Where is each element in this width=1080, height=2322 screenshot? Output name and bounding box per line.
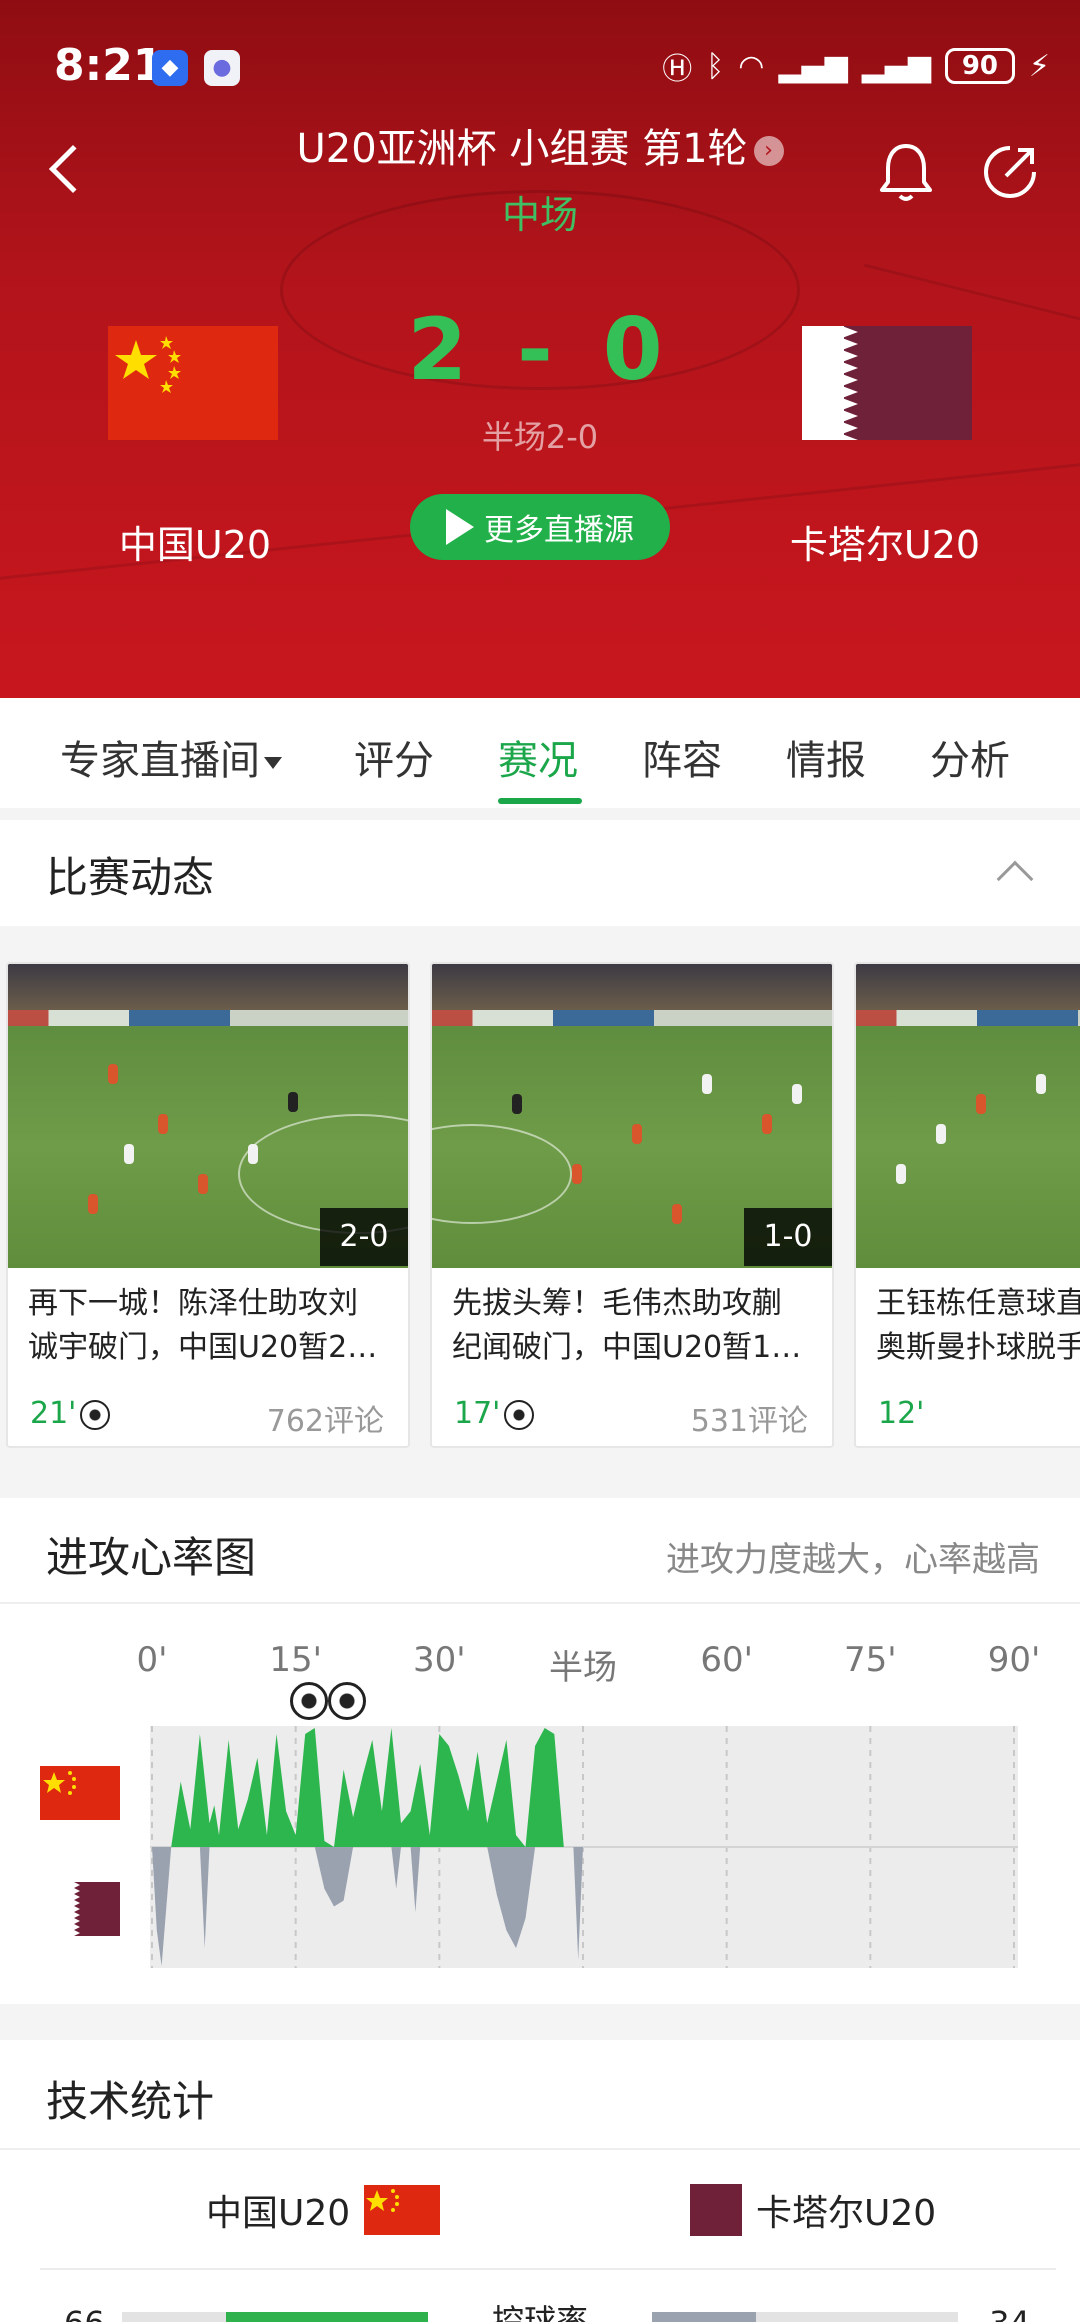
highlight-card[interactable]: 2-0 再下一城！陈泽仕助攻刘 诚宇破门，中国U20暂2… 21' 762评论 bbox=[6, 962, 410, 1448]
stats-away-team: 卡塔尔U20 bbox=[690, 2184, 936, 2236]
china-flag-icon bbox=[364, 2185, 441, 2235]
card-description: 再下一城！陈泽仕助攻刘 诚宇破门，中国U20暂2… bbox=[28, 1286, 378, 1365]
more-streams-label: 更多直播源 bbox=[484, 513, 634, 548]
x-tick-label: 半场 bbox=[549, 1648, 617, 1688]
tab-intel[interactable]: 情报 bbox=[786, 728, 866, 786]
comment-count[interactable]: 531评论 bbox=[691, 1396, 808, 1440]
heart-rate-header: 进攻心率图 进攻力度越大，心率越高 bbox=[0, 1498, 1080, 1604]
stat-away-bar bbox=[652, 2312, 958, 2322]
comment-count[interactable]: 762评论 bbox=[267, 1396, 384, 1440]
china-flag-icon bbox=[40, 1766, 120, 1820]
x-tick-label: 15' bbox=[269, 1640, 322, 1680]
tab-analysis[interactable]: 分析 bbox=[930, 728, 1010, 786]
score-tag: 2-0 bbox=[320, 1208, 408, 1266]
goal-marker-icon bbox=[290, 1682, 328, 1720]
chart-plot-area bbox=[150, 1726, 1018, 1968]
divider bbox=[40, 2268, 1056, 2270]
soccer-ball-icon bbox=[504, 1399, 535, 1430]
attack-heart-rate-chart: 0' 15' 30' 半场 60' 75' 90' bbox=[0, 1604, 1080, 2004]
tab-expert-live[interactable]: 专家直播间 bbox=[60, 728, 282, 786]
stat-away-bar-fill bbox=[652, 2312, 757, 2322]
4g-signal-icon: ▂▄▆ bbox=[861, 48, 931, 84]
stats-home-team-name: 中国U20 bbox=[206, 2193, 351, 2234]
section-title: 比赛动态 bbox=[46, 853, 215, 902]
share-icon[interactable] bbox=[980, 142, 1040, 202]
wifi-icon: ◠ bbox=[738, 48, 765, 84]
away-attack-area bbox=[152, 1847, 583, 1966]
goal-markers bbox=[290, 1682, 366, 1720]
tab-bar: 专家直播间 评分 赛况 阵容 情报 分析 bbox=[0, 698, 1080, 808]
event-minute: 12' bbox=[878, 1396, 925, 1431]
hd-icon: Ⓗ bbox=[662, 52, 693, 87]
x-tick-label: 90' bbox=[987, 1640, 1041, 1680]
more-streams-button[interactable]: 更多直播源 bbox=[410, 494, 670, 560]
app-blue-icon: ◆ bbox=[152, 50, 188, 86]
match-score: 2 - 0 bbox=[407, 300, 673, 400]
bluetooth-icon: ᛒ bbox=[706, 48, 725, 84]
dropdown-caret-icon bbox=[264, 757, 282, 769]
x-tick-label: 60' bbox=[700, 1640, 753, 1680]
competition-title-text: U20亚洲杯 小组赛 第1轮 bbox=[296, 126, 748, 172]
match-header: 8:21 ◆ ● Ⓗ ᛒ ◠ ▂▄▆ ▂▄▆ 90 ⚡ U20亚洲杯 小组赛 第… bbox=[0, 0, 1080, 698]
highlight-card[interactable]: 王钰栋任意球直 奥斯曼扑球脱手 12' bbox=[854, 962, 1080, 1448]
goal-marker-icon bbox=[328, 1682, 366, 1720]
away-team-name[interactable]: 卡塔尔U20 bbox=[770, 514, 1000, 569]
section-title: 技术统计 bbox=[46, 2077, 215, 2126]
soccer-ball-icon bbox=[80, 1399, 111, 1430]
bell-icon[interactable] bbox=[876, 140, 936, 204]
battery-indicator: 90 bbox=[944, 48, 1015, 84]
play-icon bbox=[446, 509, 474, 545]
qatar-flag-icon bbox=[66, 1882, 120, 1936]
app-white-icon: ● bbox=[204, 50, 240, 86]
charging-icon: ⚡ bbox=[1028, 48, 1050, 84]
tab-lineup[interactable]: 阵容 bbox=[642, 728, 722, 786]
chart-svg bbox=[150, 1726, 1018, 1968]
home-team-name[interactable]: 中国U20 bbox=[80, 514, 310, 569]
section-subtitle: 进攻力度越大，心率越高 bbox=[666, 1540, 1040, 1580]
card-description: 王钰栋任意球直 奥斯曼扑球脱手 bbox=[876, 1286, 1080, 1365]
match-events-header[interactable]: 比赛动态 bbox=[0, 820, 1080, 926]
event-minute: 17' bbox=[454, 1396, 535, 1431]
highlight-card[interactable]: 1-0 先拔头筹！毛伟杰助攻蒯 纪闻破门，中国U20暂1… 17' 531评论 bbox=[430, 962, 834, 1448]
tech-stats-header: 技术统计 bbox=[0, 2040, 1080, 2150]
section-title: 进攻心率图 bbox=[46, 1533, 257, 1582]
status-bar: 8:21 ◆ ● Ⓗ ᛒ ◠ ▂▄▆ ▂▄▆ 90 ⚡ bbox=[0, 0, 1080, 130]
x-tick-label: 30' bbox=[413, 1640, 466, 1680]
highlight-cards: 2-0 再下一城！陈泽仕助攻刘 诚宇破门，中国U20暂2… 21' 762评论 … bbox=[0, 946, 1080, 1468]
4g-signal-icon: ▂▄▆ bbox=[778, 48, 848, 84]
home-attack-area bbox=[152, 1728, 583, 1847]
video-thumbnail bbox=[856, 964, 1080, 1268]
x-tick-label: 75' bbox=[844, 1640, 897, 1680]
chevron-right-icon: › bbox=[753, 136, 784, 166]
event-minute: 21' bbox=[30, 1396, 111, 1431]
score-tag: 1-0 bbox=[744, 1208, 832, 1266]
collapse-chevron-icon[interactable] bbox=[996, 860, 1034, 898]
stat-row-possession: 66 控球率 34 bbox=[0, 2290, 1080, 2322]
card-description: 先拔头筹！毛伟杰助攻蒯 纪闻破门，中国U20暂1… bbox=[452, 1286, 802, 1365]
half-time-score: 半场2-0 bbox=[481, 418, 599, 456]
tab-label: 专家直播间 bbox=[60, 738, 260, 784]
tab-rating[interactable]: 评分 bbox=[354, 728, 434, 786]
system-icons: Ⓗ ᛒ ◠ ▂▄▆ ▂▄▆ 90 ⚡ bbox=[662, 44, 1050, 88]
qatar-flag-icon bbox=[690, 2184, 742, 2236]
stats-away-team-name: 卡塔尔U20 bbox=[756, 2193, 937, 2234]
x-tick-label: 0' bbox=[136, 1640, 168, 1680]
active-tab-indicator bbox=[498, 798, 582, 804]
tech-stats: 中国U20 卡塔尔U20 66 控球率 34 bbox=[0, 2150, 1080, 2322]
stats-home-team: 中国U20 bbox=[206, 2184, 441, 2236]
status-time: 8:21 bbox=[54, 40, 164, 91]
stat-away-value: 34 bbox=[989, 2304, 1030, 2322]
tab-match-status[interactable]: 赛况 bbox=[498, 728, 578, 786]
